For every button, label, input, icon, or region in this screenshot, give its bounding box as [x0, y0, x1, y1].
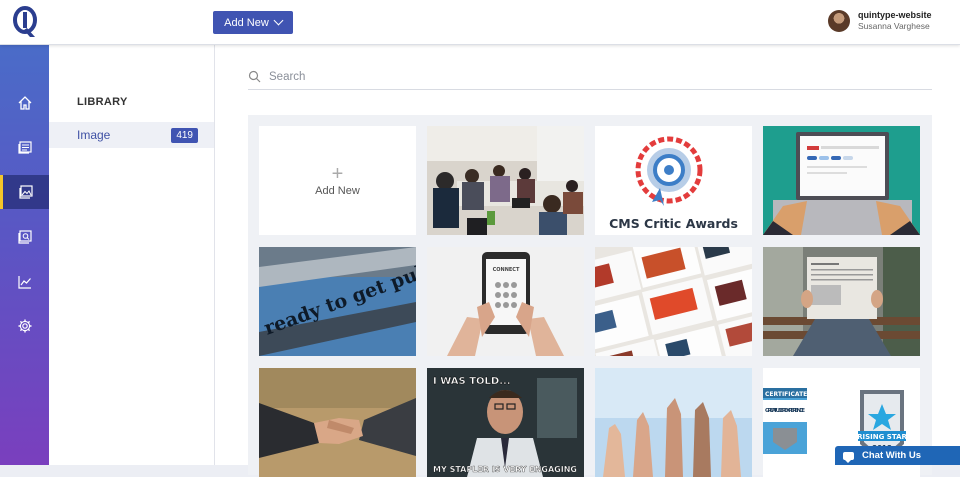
certificate-subtitle: GREAT USER EXPERIENCE: [765, 408, 805, 414]
image-tile-man-reading-newspaper[interactable]: [763, 247, 920, 356]
library-item-label: Image: [77, 128, 111, 142]
add-new-image-tile[interactable]: + Add New: [259, 126, 416, 235]
user-organization: quintype-website: [858, 10, 932, 20]
tablet-in-hands-photo: CONNECT: [427, 247, 584, 356]
meme-top-caption: I WAS TOLD...: [433, 376, 511, 387]
tablet-caption: CONNECT: [493, 267, 520, 273]
plus-icon: +: [331, 162, 344, 185]
image-tile-typewriter[interactable]: ready to get published: [259, 247, 416, 356]
avatar: [828, 10, 850, 32]
cms-critic-awards-badge: CMS Critic Awards: [595, 126, 752, 235]
image-tile-handshake[interactable]: [259, 368, 416, 477]
user-menu[interactable]: quintype-website Susanna Varghese: [828, 10, 932, 32]
image-grid: + Add New CMS Critic Awards ready to get…: [248, 115, 932, 477]
sidebar-item-stories[interactable]: [0, 130, 49, 164]
image-tile-laptop-dashboard[interactable]: [763, 126, 920, 235]
home-icon: [18, 96, 31, 110]
gear-icon: [18, 319, 31, 333]
sidebar: [0, 44, 49, 465]
top-bar: Add New quintype-website Susanna Varghes…: [0, 0, 960, 45]
stories-icon: [17, 141, 32, 154]
image-tile-newspaper-collage[interactable]: [595, 247, 752, 356]
chat-with-us-button[interactable]: Chat With Us: [835, 446, 960, 465]
thumbs-up-photo: [595, 368, 752, 477]
chat-bubble-icon: [843, 451, 854, 463]
library-item-image[interactable]: Image 419: [49, 122, 214, 148]
office-space-meme: I WAS TOLD... MY STAPLER IS VERY ENGAGIN…: [427, 368, 584, 477]
sidebar-item-media[interactable]: [0, 175, 49, 209]
user-name: Susanna Varghese: [858, 21, 930, 31]
search-bar: [248, 64, 932, 90]
search-input[interactable]: [267, 69, 911, 84]
library-title: LIBRARY: [77, 96, 128, 108]
man-reading-newspaper-photo: [763, 247, 920, 356]
typewriter-photo: ready to get published: [259, 247, 416, 356]
handshake-photo: [259, 368, 416, 477]
meme-bottom-caption: MY STAPLER IS VERY ENGAGING: [433, 465, 577, 474]
library-item-count-badge: 419: [171, 127, 198, 143]
image-tile-cms-critic-awards[interactable]: CMS Critic Awards: [595, 126, 752, 235]
image-tile-office-space-meme[interactable]: I WAS TOLD... MY STAPLER IS VERY ENGAGIN…: [427, 368, 584, 477]
quintype-q-logo-icon[interactable]: [10, 6, 42, 38]
add-new-image-label: Add New: [315, 184, 360, 197]
image-tile-team-meeting[interactable]: [427, 126, 584, 235]
add-new-label: Add New: [224, 16, 269, 29]
chevron-down-icon: [273, 15, 284, 26]
analytics-icon: [17, 276, 31, 289]
search-icon: [248, 70, 261, 83]
rising-star-label: RISING STAR: [857, 433, 907, 441]
sidebar-item-home[interactable]: [0, 86, 49, 120]
certificate-label: CERTIFICATE: [765, 391, 807, 398]
library-panel: LIBRARY Image 419: [49, 44, 215, 465]
sidebar-item-photo-search[interactable]: [0, 220, 49, 254]
main-content: + Add New: [215, 44, 960, 477]
laptop-dashboard-illustration: [763, 126, 920, 235]
team-meeting-photo: [427, 126, 584, 235]
newspaper-collage: [595, 247, 752, 356]
image-tile-tablet-in-hands[interactable]: CONNECT: [427, 247, 584, 356]
chat-label: Chat With Us: [862, 450, 922, 461]
image-search-icon: [17, 230, 32, 244]
sidebar-item-settings[interactable]: [0, 309, 49, 343]
image-tile-thumbs-up[interactable]: [595, 368, 752, 477]
sidebar-item-analytics[interactable]: [0, 265, 49, 299]
add-new-button[interactable]: Add New: [213, 11, 293, 34]
cms-critic-awards-caption: CMS Critic Awards: [609, 216, 738, 231]
image-gallery-icon: [19, 185, 33, 199]
